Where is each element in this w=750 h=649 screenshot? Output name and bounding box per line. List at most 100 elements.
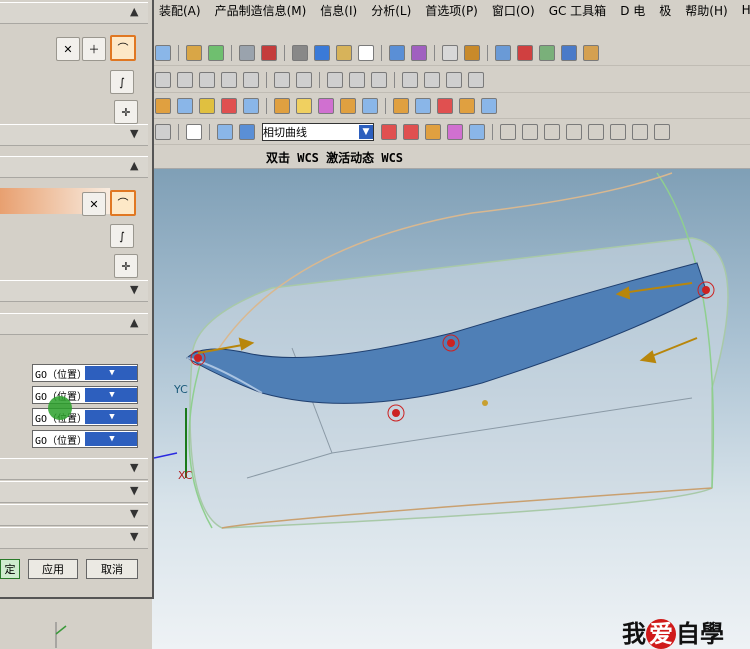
menu-assembly[interactable]: 装配(A): [152, 2, 208, 19]
toolbar-icon[interactable]: [469, 124, 485, 140]
chevron-up-icon[interactable]: ▲: [130, 317, 142, 329]
toolbar-icon[interactable]: [155, 124, 171, 140]
section-header-3[interactable]: ▲: [0, 156, 148, 178]
model-canvas[interactable]: YC XC: [152, 168, 750, 649]
toolbar-icon[interactable]: [208, 45, 224, 61]
cancel-button[interactable]: 取消: [86, 559, 138, 579]
curve-select-icon[interactable]: ⌒: [110, 190, 136, 216]
section-header-8[interactable]: ▼: [0, 504, 148, 526]
toolbar-icon[interactable]: [292, 45, 308, 61]
chevron-down-icon[interactable]: ▼: [85, 366, 137, 380]
toolbar-icon[interactable]: [654, 124, 670, 140]
chevron-up-icon[interactable]: ▲: [130, 160, 142, 172]
toolbar-icon[interactable]: [500, 124, 516, 140]
toolbar-icon[interactable]: [261, 45, 277, 61]
toolbar-icon[interactable]: [155, 45, 171, 61]
toolbar-icon[interactable]: [155, 72, 171, 88]
toolbar-icon[interactable]: [403, 124, 419, 140]
handle-dot-3[interactable]: [392, 409, 400, 417]
toolbar-icon[interactable]: [186, 45, 202, 61]
chevron-down-icon[interactable]: ▼: [359, 125, 373, 139]
toolbar-icon[interactable]: [318, 98, 334, 114]
continuity-combo-2[interactable]: GO（位置）▼: [32, 386, 138, 404]
apply-button[interactable]: 应用: [28, 559, 78, 579]
toolbar-icon[interactable]: [314, 45, 330, 61]
reset-icon[interactable]: ✕: [56, 37, 80, 61]
section-header-6[interactable]: ▼: [0, 458, 148, 480]
toolbar-icon[interactable]: [349, 72, 365, 88]
ok-button[interactable]: 定: [0, 559, 20, 579]
curve-select-icon[interactable]: ⌒: [110, 35, 136, 61]
continuity-combo-1[interactable]: GO（位置） ▼: [32, 364, 138, 382]
toolbar-icon[interactable]: [447, 124, 463, 140]
curve-rule-select[interactable]: 相切曲线 ▼: [262, 123, 374, 141]
toolbar-icon[interactable]: [495, 45, 511, 61]
menu-window[interactable]: 窗口(O): [485, 2, 542, 19]
toolbar-icon[interactable]: [561, 45, 577, 61]
point-icon[interactable]: ✛: [114, 100, 138, 124]
section-header-9[interactable]: ▼: [0, 527, 148, 549]
toolbar-icon[interactable]: [402, 72, 418, 88]
toolbar-icon[interactable]: [468, 72, 484, 88]
toolbar-icon[interactable]: [199, 72, 215, 88]
toolbar-icon[interactable]: [393, 98, 409, 114]
toolbar-icon[interactable]: [381, 124, 397, 140]
handle-dot-1[interactable]: [194, 354, 202, 362]
menu-electrode[interactable]: D 电: [613, 2, 652, 19]
menu-preferences[interactable]: 首选项(P): [418, 2, 485, 19]
toolbar-icon[interactable]: [340, 98, 356, 114]
toolbar-icon[interactable]: [588, 124, 604, 140]
add-point-icon[interactable]: ＋: [82, 37, 106, 61]
graphics-viewport[interactable]: YC XC: [152, 168, 750, 649]
toolbar-icon[interactable]: [424, 72, 440, 88]
section-header-4[interactable]: ▼: [0, 280, 148, 302]
toolbar-icon[interactable]: [415, 98, 431, 114]
toolbar-icon[interactable]: [632, 124, 648, 140]
toolbar-icon[interactable]: [358, 45, 374, 61]
curve-icon[interactable]: ∫: [110, 70, 134, 94]
section-header-2[interactable]: ▼: [0, 124, 148, 146]
toolbar-icon[interactable]: [243, 98, 259, 114]
chevron-down-icon[interactable]: ▼: [130, 531, 142, 543]
chevron-down-icon[interactable]: ▼: [85, 432, 137, 446]
toolbar-icon[interactable]: [221, 72, 237, 88]
toolbar-icon[interactable]: [217, 124, 233, 140]
toolbar-icon[interactable]: [274, 98, 290, 114]
toolbar-icon[interactable]: [239, 45, 255, 61]
toolbar-icon[interactable]: [274, 72, 290, 88]
toolbar-icon[interactable]: [437, 98, 453, 114]
toolbar-icon[interactable]: [544, 124, 560, 140]
menu-info[interactable]: 信息(I): [313, 2, 364, 19]
reset-icon[interactable]: ✕: [82, 192, 106, 216]
toolbar-icon[interactable]: [327, 72, 343, 88]
menu-ji[interactable]: 极: [652, 2, 678, 19]
section-header-1[interactable]: ▲: [0, 2, 148, 24]
chevron-down-icon[interactable]: ▼: [130, 485, 142, 497]
toolbar-icon[interactable]: [425, 124, 441, 140]
point-icon[interactable]: ✛: [114, 254, 138, 278]
toolbar-icon[interactable]: [336, 45, 352, 61]
toolbar-icon[interactable]: [155, 98, 171, 114]
section-header-5[interactable]: ▲: [0, 313, 148, 335]
toolbar-icon[interactable]: [610, 124, 626, 140]
chevron-down-icon[interactable]: ▼: [130, 462, 142, 474]
toolbar-icon[interactable]: [539, 45, 555, 61]
section-header-7[interactable]: ▼: [0, 481, 148, 503]
toolbar-icon[interactable]: [481, 98, 497, 114]
toolbar-icon[interactable]: [442, 45, 458, 61]
toolbar-icon[interactable]: [362, 98, 378, 114]
menu-analysis[interactable]: 分析(L): [364, 2, 418, 19]
toolbar-icon[interactable]: [221, 98, 237, 114]
toolbar-icon[interactable]: [296, 72, 312, 88]
toolbar-icon[interactable]: [566, 124, 582, 140]
handle-dot-mid[interactable]: [482, 400, 488, 406]
chevron-down-icon[interactable]: ▼: [85, 388, 137, 402]
toolbar-icon[interactable]: [296, 98, 312, 114]
toolbar-icon[interactable]: [243, 72, 259, 88]
chevron-down-icon[interactable]: ▼: [130, 128, 142, 140]
chevron-down-icon[interactable]: ▼: [130, 508, 142, 520]
toolbar-icon[interactable]: [177, 72, 193, 88]
toolbar-icon[interactable]: [371, 72, 387, 88]
toolbar-icon[interactable]: [459, 98, 475, 114]
handle-dot-2[interactable]: [447, 339, 455, 347]
